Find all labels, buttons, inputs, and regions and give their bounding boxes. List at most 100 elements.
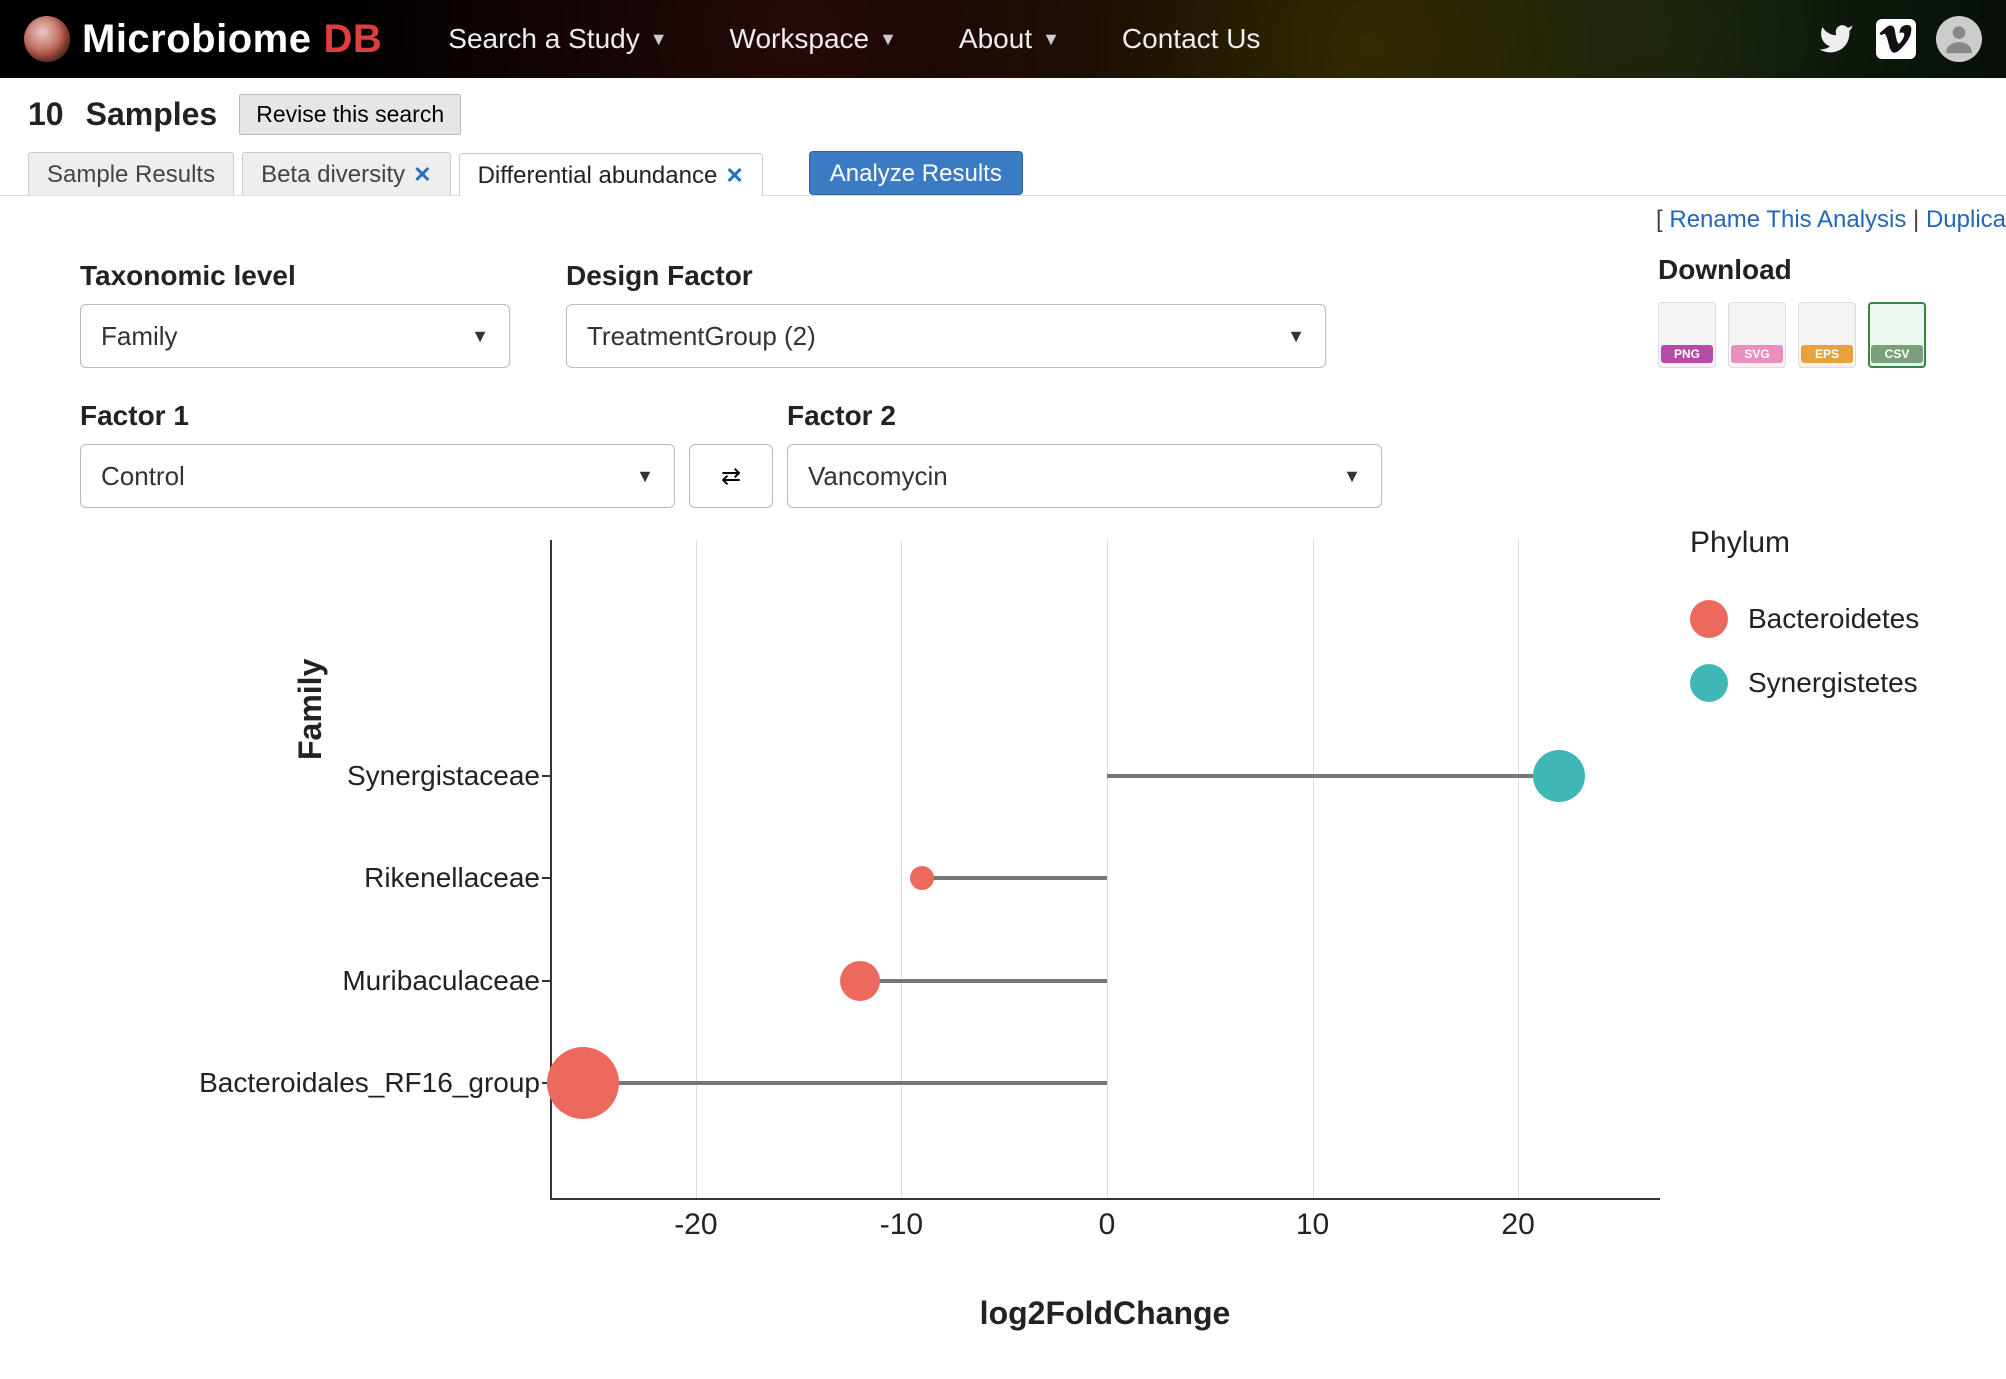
chevron-down-icon: ▼ bbox=[1287, 326, 1305, 347]
control-label: Download bbox=[1658, 254, 1926, 286]
selected-value: Family bbox=[101, 321, 178, 352]
legend-swatch bbox=[1690, 600, 1728, 638]
rename-analysis-link[interactable]: Rename This Analysis bbox=[1669, 206, 1906, 233]
nav-label: Contact Us bbox=[1122, 23, 1261, 55]
nav-label: About bbox=[959, 23, 1032, 55]
chevron-down-icon: ▼ bbox=[636, 466, 654, 487]
nav-workspace[interactable]: Workspace ▼ bbox=[730, 23, 897, 55]
data-point[interactable] bbox=[547, 1047, 619, 1119]
data-point[interactable] bbox=[1533, 750, 1585, 802]
data-point[interactable] bbox=[910, 866, 934, 890]
y-axis-label: Family bbox=[292, 659, 329, 760]
y-tick-mark bbox=[542, 775, 552, 777]
main-nav: Search a Study ▼ Workspace ▼ About ▼ Con… bbox=[448, 23, 1260, 55]
gridline bbox=[696, 540, 697, 1198]
control-label: Taxonomic level bbox=[80, 260, 510, 292]
legend-swatch bbox=[1690, 664, 1728, 702]
selected-value: TreatmentGroup (2) bbox=[587, 321, 816, 352]
data-point[interactable] bbox=[840, 961, 880, 1001]
close-icon[interactable]: ✕ bbox=[413, 162, 431, 188]
factor1-select[interactable]: Control ▼ bbox=[80, 444, 675, 508]
analysis-action-links: [ Rename This Analysis | Duplica bbox=[0, 196, 2006, 234]
gridline bbox=[1107, 540, 1108, 1198]
plot-area: Phylum BacteroidetesSynergistetes -20-10… bbox=[550, 540, 1660, 1200]
selected-value: Vancomycin bbox=[808, 461, 948, 492]
lollipop-stem bbox=[860, 979, 1107, 983]
swap-factors-button[interactable]: ⇄ bbox=[689, 444, 773, 508]
control-label: Design Factor bbox=[566, 260, 1326, 292]
header-icons bbox=[1816, 16, 1982, 62]
caret-down-icon: ▼ bbox=[1042, 29, 1060, 50]
lollipop-stem bbox=[1107, 774, 1559, 778]
duplicate-analysis-link[interactable]: Duplica bbox=[1926, 206, 2006, 233]
nav-search-study[interactable]: Search a Study ▼ bbox=[448, 23, 667, 55]
chevron-down-icon: ▼ bbox=[1343, 466, 1361, 487]
revise-search-button[interactable]: Revise this search bbox=[239, 94, 461, 135]
tab-differential-abundance[interactable]: Differential abundance ✕ bbox=[459, 153, 763, 196]
sample-label: Samples bbox=[86, 96, 218, 133]
nav-label: Workspace bbox=[730, 23, 870, 55]
tab-label: Sample Results bbox=[47, 161, 215, 189]
legend-item[interactable]: Synergistetes bbox=[1690, 664, 1990, 702]
analyze-results-button[interactable]: Analyze Results bbox=[809, 151, 1023, 195]
user-avatar-icon[interactable] bbox=[1936, 16, 1982, 62]
gridline bbox=[1518, 540, 1519, 1198]
caret-down-icon: ▼ bbox=[879, 29, 897, 50]
brand[interactable]: Microbiome DB bbox=[24, 16, 382, 62]
app-header: Microbiome DB Search a Study ▼ Workspace … bbox=[0, 0, 2006, 78]
tab-sample-results[interactable]: Sample Results bbox=[28, 152, 234, 195]
design-factor-control: Design Factor TreatmentGroup (2) ▼ bbox=[566, 260, 1326, 368]
control-label: Factor 2 bbox=[787, 400, 1382, 432]
y-tick-label: Rikenellaceae bbox=[140, 862, 540, 894]
control-label: Factor 1 bbox=[80, 400, 675, 432]
y-tick-label: Muribaculaceae bbox=[140, 965, 540, 997]
chevron-down-icon: ▼ bbox=[471, 326, 489, 347]
lollipop-stem bbox=[922, 876, 1107, 880]
logo-icon bbox=[24, 16, 70, 62]
x-tick-label: 20 bbox=[1478, 1208, 1558, 1242]
y-tick-mark bbox=[542, 877, 552, 879]
tab-label: Beta diversity bbox=[261, 161, 405, 189]
y-tick-label: Synergistaceae bbox=[140, 760, 540, 792]
factor2-select[interactable]: Vancomycin ▼ bbox=[787, 444, 1382, 508]
vimeo-icon[interactable] bbox=[1876, 19, 1916, 59]
legend-title: Phylum bbox=[1690, 526, 1990, 560]
x-tick-label: -10 bbox=[861, 1208, 941, 1242]
gridline bbox=[1313, 540, 1314, 1198]
separator: | bbox=[1913, 206, 1926, 233]
download-csv-button[interactable] bbox=[1868, 302, 1926, 368]
sample-count: 10 bbox=[28, 96, 64, 133]
nav-label: Search a Study bbox=[448, 23, 639, 55]
chart: Family Phylum BacteroidetesSynergistetes… bbox=[120, 540, 1966, 1320]
bracket-open: [ bbox=[1656, 206, 1663, 233]
result-summary: 10 Samples Revise this search bbox=[0, 78, 2006, 145]
close-icon[interactable]: ✕ bbox=[725, 163, 743, 189]
x-tick-label: 0 bbox=[1067, 1208, 1147, 1242]
factor1-control: Factor 1 Control ▼ bbox=[80, 400, 675, 508]
analysis-controls: Taxonomic level Family ▼ Design Factor T… bbox=[0, 234, 2006, 508]
download-svg-button[interactable] bbox=[1728, 302, 1786, 368]
y-tick-label: Bacteroidales_RF16_group bbox=[140, 1067, 540, 1099]
brand-text-a: Microbiome bbox=[82, 17, 311, 62]
nav-contact[interactable]: Contact Us bbox=[1122, 23, 1261, 55]
factor2-control: Factor 2 Vancomycin ▼ bbox=[787, 400, 1382, 508]
y-tick-mark bbox=[542, 980, 552, 982]
lollipop-stem bbox=[583, 1081, 1107, 1085]
x-tick-label: 10 bbox=[1273, 1208, 1353, 1242]
twitter-icon[interactable] bbox=[1816, 19, 1856, 59]
legend-label: Bacteroidetes bbox=[1748, 603, 1919, 635]
tab-beta-diversity[interactable]: Beta diversity ✕ bbox=[242, 152, 451, 195]
x-axis-label: log2FoldChange bbox=[550, 1295, 1660, 1332]
legend-label: Synergistetes bbox=[1748, 667, 1918, 699]
gridline bbox=[901, 540, 902, 1198]
legend-item[interactable]: Bacteroidetes bbox=[1690, 600, 1990, 638]
taxonomic-level-select[interactable]: Family ▼ bbox=[80, 304, 510, 368]
taxonomic-level-control: Taxonomic level Family ▼ bbox=[80, 260, 510, 368]
x-tick-label: -20 bbox=[656, 1208, 736, 1242]
design-factor-select[interactable]: TreatmentGroup (2) ▼ bbox=[566, 304, 1326, 368]
brand-text-b: DB bbox=[323, 17, 382, 62]
download-eps-button[interactable] bbox=[1798, 302, 1856, 368]
caret-down-icon: ▼ bbox=[650, 29, 668, 50]
download-png-button[interactable] bbox=[1658, 302, 1716, 368]
nav-about[interactable]: About ▼ bbox=[959, 23, 1060, 55]
